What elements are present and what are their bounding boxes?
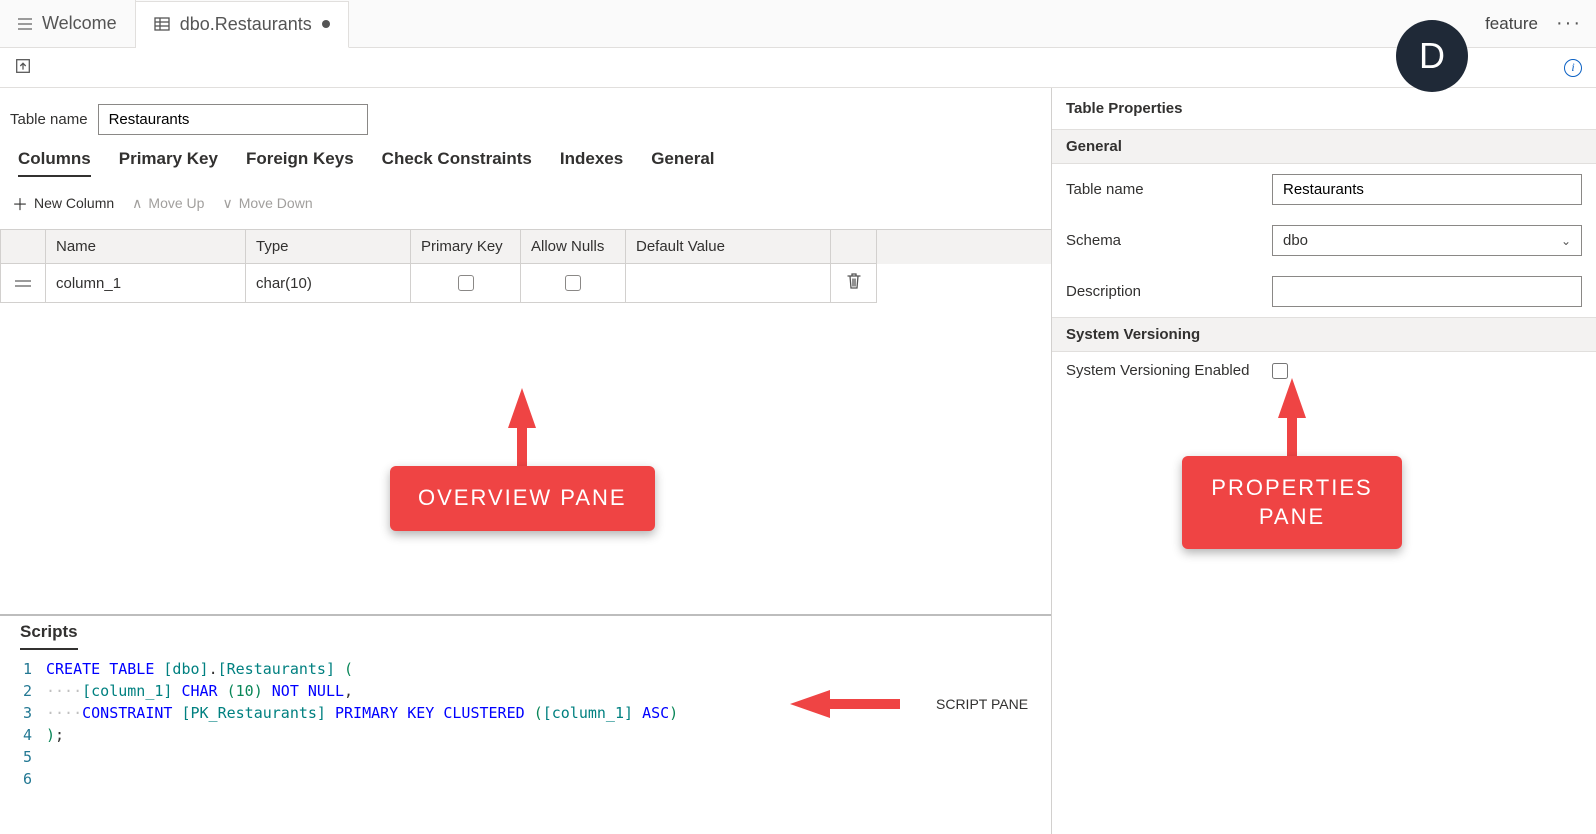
- checkbox-icon[interactable]: [458, 275, 474, 291]
- table-name-input[interactable]: [98, 104, 368, 135]
- tab-label: Welcome: [42, 13, 117, 34]
- grid-header: Name Type Primary Key Allow Nulls Defaul…: [0, 230, 1051, 264]
- prop-schema-label: Schema: [1066, 232, 1264, 249]
- publish-icon[interactable]: [14, 57, 32, 78]
- tab-check-constraints[interactable]: Check Constraints: [382, 149, 532, 177]
- dirty-indicator-icon: [322, 20, 330, 28]
- annotation-script: SCRIPT PANE: [790, 674, 1064, 734]
- tab-label: dbo.Restaurants: [180, 14, 312, 35]
- drag-handle[interactable]: [0, 264, 46, 303]
- chevron-up-icon: ∧: [132, 195, 142, 212]
- avatar[interactable]: D: [1396, 20, 1468, 92]
- section-sysver: System Versioning: [1052, 317, 1596, 352]
- cell-name[interactable]: column_1: [46, 264, 246, 303]
- hamburger-icon: [18, 18, 32, 30]
- columns-grid: Name Type Primary Key Allow Nulls Defaul…: [0, 229, 1051, 303]
- move-up-button[interactable]: ∧ Move Up: [132, 195, 204, 212]
- drag-icon: [15, 280, 31, 287]
- prop-table-name-label: Table name: [1066, 181, 1264, 198]
- preview-feature-text: feature: [1485, 14, 1542, 34]
- prop-description-label: Description: [1066, 283, 1264, 300]
- prop-table-name-input[interactable]: [1272, 174, 1582, 205]
- section-general: General: [1052, 129, 1596, 164]
- col-header-name: Name: [46, 230, 246, 264]
- tab-foreign-keys[interactable]: Foreign Keys: [246, 149, 354, 177]
- prop-sysver-checkbox[interactable]: [1272, 363, 1288, 379]
- table-row[interactable]: column_1 char(10): [0, 264, 1051, 303]
- tab-primary-key[interactable]: Primary Key: [119, 149, 218, 177]
- info-icon[interactable]: i: [1564, 59, 1582, 77]
- checkbox-icon[interactable]: [565, 275, 581, 291]
- chevron-down-icon: ∨: [222, 195, 232, 212]
- cell-default[interactable]: [626, 264, 831, 303]
- table-icon: [154, 16, 170, 32]
- prop-sysver-label: System Versioning Enabled: [1066, 362, 1264, 379]
- prop-schema-select[interactable]: dbo ⌄: [1272, 225, 1582, 256]
- col-header-default: Default Value: [626, 230, 831, 264]
- tab-dbo-restaurants[interactable]: dbo.Restaurants: [136, 1, 349, 48]
- new-column-button[interactable]: ＋ New Column: [12, 191, 114, 215]
- chevron-down-icon: ⌄: [1561, 234, 1571, 248]
- cell-type[interactable]: char(10): [246, 264, 411, 303]
- move-down-button[interactable]: ∨ Move Down: [222, 195, 312, 212]
- prop-description-input[interactable]: [1272, 276, 1582, 307]
- script-pane: Scripts 1CREATE TABLE [dbo].[Restaurants…: [0, 614, 1051, 834]
- designer-tabs: Columns Primary Key Foreign Keys Check C…: [0, 149, 1051, 177]
- table-name-label: Table name: [10, 111, 88, 128]
- tab-indexes[interactable]: Indexes: [560, 149, 623, 177]
- more-menu-icon[interactable]: ···: [1542, 12, 1596, 35]
- overview-pane: Table name Columns Primary Key Foreign K…: [0, 88, 1052, 834]
- annotation-properties: PROPERTIESPANE: [1182, 378, 1402, 549]
- annotation-overview: OVERVIEW PANE: [390, 388, 655, 531]
- tab-columns[interactable]: Columns: [18, 149, 91, 177]
- col-header-pk: Primary Key: [411, 230, 521, 264]
- tab-general[interactable]: General: [651, 149, 714, 177]
- trash-icon: [846, 272, 862, 294]
- cell-nulls[interactable]: [521, 264, 626, 303]
- toolbar-strip: i: [0, 48, 1596, 88]
- plus-icon: ＋: [12, 191, 28, 215]
- delete-row-button[interactable]: [831, 264, 877, 303]
- tab-welcome[interactable]: Welcome: [0, 0, 136, 47]
- col-header-type: Type: [246, 230, 411, 264]
- properties-pane: Table Properties General Table name Sche…: [1052, 88, 1596, 834]
- cell-pk[interactable]: [411, 264, 521, 303]
- properties-title: Table Properties: [1052, 88, 1596, 129]
- scripts-tab[interactable]: Scripts: [20, 622, 78, 650]
- col-header-nulls: Allow Nulls: [521, 230, 626, 264]
- tab-bar: Welcome dbo.Restaurants feature ···: [0, 0, 1596, 48]
